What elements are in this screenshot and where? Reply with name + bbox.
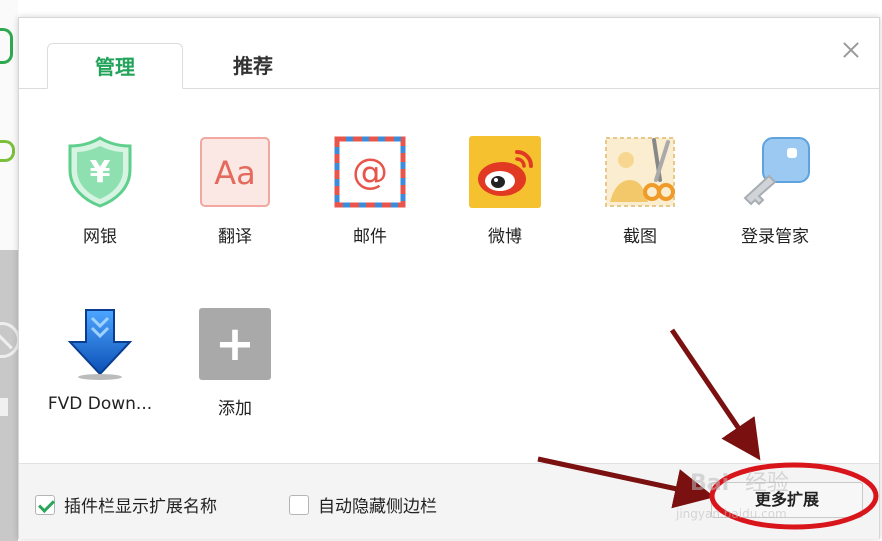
extension-screenshot[interactable]: 截图 (585, 136, 695, 247)
translate-aa-icon: Aa (199, 136, 271, 208)
tab-bar: 管理 推荐 (19, 18, 879, 89)
extension-label: 网银 (83, 227, 117, 247)
svg-text:@: @ (352, 152, 388, 193)
extension-label: 登录管家 (741, 227, 809, 247)
show-names-checkbox[interactable]: 插件栏显示扩展名称 (35, 492, 217, 517)
checkbox-checked-icon[interactable] (35, 494, 55, 515)
key-icon (739, 136, 811, 208)
extension-login-manager[interactable]: 登录管家 (720, 136, 830, 247)
background-sidebar (0, 250, 18, 541)
extension-mail[interactable]: @ 邮件 (315, 136, 425, 247)
extensions-panel: 管理 推荐 ¥ 网银 Aa 翻译 @ 邮件 微博 截图 登录管家 FVD Dow… (18, 17, 880, 539)
background-browser-strip (0, 0, 20, 541)
extension-label: 截图 (623, 227, 657, 247)
svg-text:+: + (215, 316, 255, 372)
background-logo-fragment (0, 140, 15, 162)
extension-online-banking[interactable]: ¥ 网银 (45, 136, 155, 247)
checkbox-label: 插件栏显示扩展名称 (64, 497, 217, 517)
svg-text:¥: ¥ (90, 155, 111, 190)
weibo-icon (469, 136, 541, 208)
more-extensions-button[interactable]: 更多扩展 (711, 482, 863, 518)
svg-text:Aa: Aa (214, 154, 256, 192)
extension-fvd-downloader[interactable]: FVD Down... (45, 308, 155, 414)
add-plus-icon: + (199, 308, 271, 380)
panel-footer: 插件栏显示扩展名称 自动隐藏侧边栏 更多扩展 (19, 463, 879, 539)
mail-at-icon: @ (334, 136, 406, 208)
background-text-fragment (0, 398, 8, 416)
shield-yen-icon: ¥ (64, 136, 136, 208)
tab-manage[interactable]: 管理 (47, 43, 183, 89)
tab-recommend[interactable]: 推荐 (185, 43, 321, 89)
download-arrow-icon (64, 308, 136, 380)
checkbox-label: 自动隐藏侧边栏 (318, 497, 437, 517)
add-extension-button[interactable]: + 添加 (180, 308, 290, 419)
close-icon[interactable] (839, 38, 863, 62)
extension-label: FVD Down... (47, 394, 153, 414)
extension-weibo[interactable]: 微博 (450, 136, 560, 247)
auto-hide-sidebar-checkbox[interactable]: 自动隐藏侧边栏 (289, 492, 437, 517)
extension-translate[interactable]: Aa 翻译 (180, 136, 290, 247)
extension-label: 添加 (218, 399, 252, 419)
checkbox-unchecked-icon[interactable] (289, 494, 309, 515)
extension-label: 邮件 (353, 227, 387, 247)
background-logo-fragment (0, 28, 13, 64)
extension-label: 翻译 (218, 227, 252, 247)
extension-label: 微博 (488, 227, 522, 247)
screenshot-scissors-icon (604, 136, 676, 208)
